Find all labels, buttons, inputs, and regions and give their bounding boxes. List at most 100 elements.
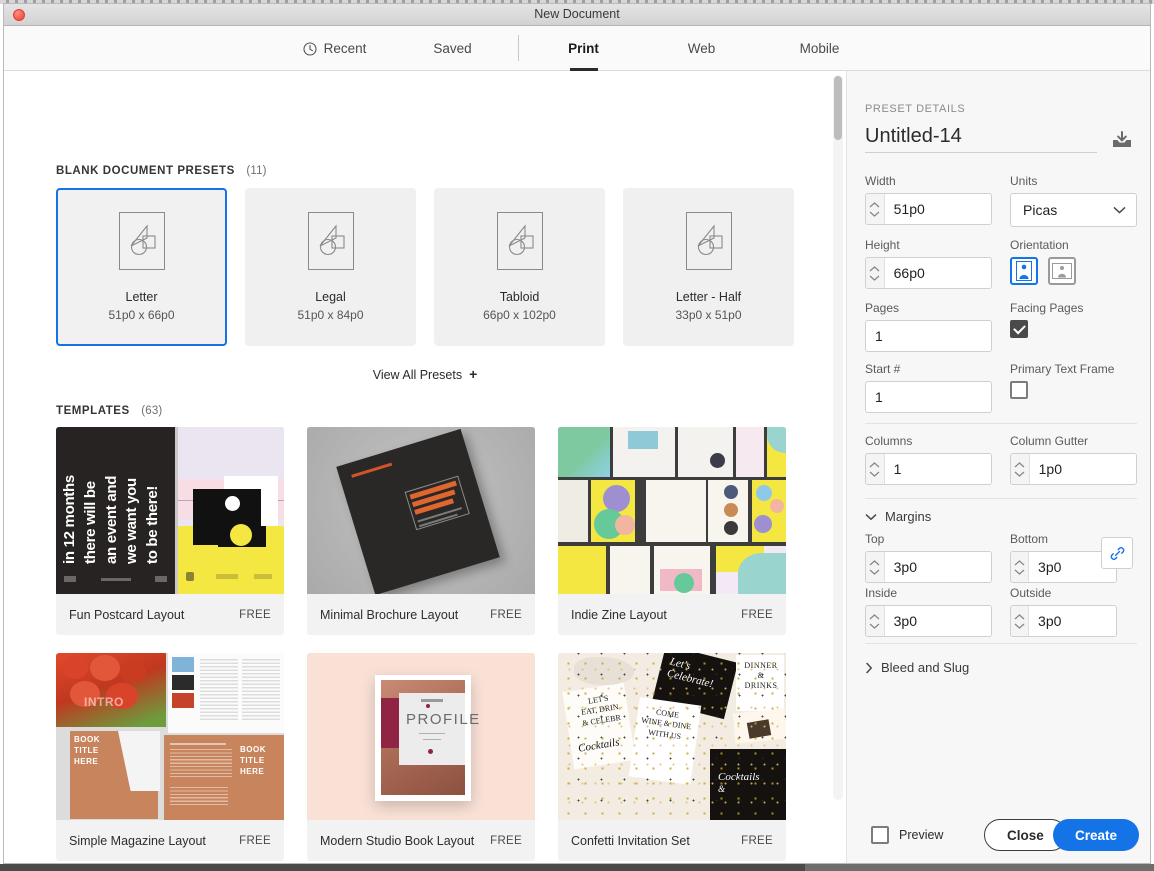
margin-inside-input[interactable] — [884, 606, 991, 636]
margin-outside-input[interactable] — [1029, 606, 1116, 636]
margin-outside-group: Outside — [1010, 586, 1117, 637]
document-page-icon — [685, 212, 732, 270]
tab-recent[interactable]: Recent — [276, 26, 394, 71]
chevron-up-icon — [1014, 613, 1025, 619]
start-number-label: Start # — [865, 362, 901, 376]
template-meta: Modern Studio Book Layout FREE — [307, 820, 535, 861]
start-primary-row: Start # Primary Text Frame — [865, 362, 1137, 413]
content-scrollbar-track[interactable] — [833, 75, 843, 800]
margin-inside-group: Inside — [865, 586, 992, 637]
tab-saved-label: Saved — [433, 40, 472, 56]
preset-card-letter-half[interactable]: Letter - Half 33p0 x 51p0 — [623, 188, 794, 346]
tab-saved[interactable]: Saved — [394, 26, 512, 71]
tab-web[interactable]: Web — [643, 26, 761, 71]
preset-dimensions: 33p0 x 51p0 — [675, 308, 742, 322]
preset-card-legal[interactable]: Legal 51p0 x 84p0 — [245, 188, 416, 346]
pages-input[interactable] — [865, 320, 992, 352]
height-stepper[interactable] — [865, 257, 992, 289]
height-label: Height — [865, 238, 900, 252]
margin-top-stepper[interactable] — [865, 551, 992, 583]
document-page-icon — [307, 212, 354, 270]
template-card-simple-magazine-layout[interactable]: INTRO BOOK TITLE HERE BOOK TITLE HERE Si… — [56, 653, 284, 861]
template-card-modern-studio-book-layout[interactable]: PROFILE Modern Studio Book Layout FREE — [307, 653, 535, 861]
tab-print[interactable]: Print — [525, 26, 643, 71]
preset-details-footer: Preview Close Create — [847, 806, 1150, 863]
template-name: Simple Magazine Layout — [69, 833, 206, 848]
template-card-confetti-invitation-set[interactable]: Let'sCelebrate! DINNER&DRINKS LET'SEAT, … — [558, 653, 786, 861]
units-select[interactable]: Picas — [1010, 193, 1137, 227]
stepper-arrows[interactable] — [1011, 552, 1030, 582]
columns-input[interactable] — [884, 454, 991, 484]
chevron-down-icon — [869, 211, 880, 217]
template-price-badge: FREE — [239, 608, 271, 621]
create-button[interactable]: Create — [1053, 819, 1140, 851]
view-all-presets-button[interactable]: View All Presets + — [4, 366, 846, 382]
stepper-arrows[interactable] — [866, 258, 885, 288]
chevron-up-icon — [869, 265, 880, 271]
margin-outside-label: Outside — [1010, 586, 1052, 600]
landscape-icon[interactable] — [1048, 257, 1076, 285]
columns-group: Columns — [865, 434, 992, 485]
content-scrollbar-thumb[interactable] — [834, 76, 842, 140]
chevron-down-icon — [869, 623, 880, 629]
facing-pages-label: Facing Pages — [1010, 301, 1084, 315]
preset-card-letter[interactable]: Letter 51p0 x 66p0 — [56, 188, 227, 346]
stepper-arrows[interactable] — [1011, 606, 1030, 636]
margin-inside-stepper[interactable] — [865, 605, 992, 637]
template-thumbnail: Let'sCelebrate! DINNER&DRINKS LET'SEAT, … — [558, 653, 786, 820]
column-gutter-stepper[interactable] — [1010, 453, 1137, 485]
width-field-group: Width — [865, 174, 992, 227]
template-card-indie-zine-layout[interactable]: Indie Zine Layout FREE — [558, 427, 786, 635]
templates-heading: TEMPLATES (63) — [56, 401, 162, 419]
templates-row-2: INTRO BOOK TITLE HERE BOOK TITLE HERE Si… — [56, 653, 786, 861]
link-icon[interactable] — [1101, 537, 1133, 569]
template-card-minimal-brochure-layout[interactable]: Minimal Brochure Layout FREE — [307, 427, 535, 635]
template-thumbnail — [307, 427, 535, 594]
margins-label: Margins — [885, 509, 932, 524]
facing-pages-checkbox[interactable] — [1010, 320, 1028, 338]
margin-outside-stepper[interactable] — [1010, 605, 1117, 637]
chevron-up-icon — [1014, 559, 1025, 565]
document-name-input[interactable] — [865, 123, 1097, 153]
chevron-down-icon — [869, 275, 880, 281]
stepper-arrows[interactable] — [866, 552, 885, 582]
new-document-window: New Document Recent Saved Print Web Mobi… — [3, 3, 1151, 864]
height-input[interactable] — [884, 258, 991, 288]
start-number-input[interactable] — [865, 381, 992, 413]
templates-grid: in 12 months there will be an event and … — [56, 427, 786, 863]
primary-text-frame-checkbox[interactable] — [1010, 381, 1028, 399]
tab-mobile-label: Mobile — [799, 40, 840, 56]
preview-checkbox[interactable] — [871, 826, 889, 844]
margins-top-bottom-row: Top Bottom — [865, 532, 1137, 583]
chevron-up-icon — [869, 559, 880, 565]
chevron-down-icon — [869, 569, 880, 575]
bleed-and-slug-disclosure[interactable]: Bleed and Slug — [865, 660, 969, 675]
pages-facing-row: Pages Facing Pages — [865, 301, 1137, 352]
blank-presets-heading: BLANK DOCUMENT PRESETS (11) — [56, 161, 267, 179]
stepper-arrows[interactable] — [866, 454, 885, 484]
preset-name: Legal — [315, 290, 346, 304]
column-gutter-group: Column Gutter — [1010, 434, 1137, 485]
margins-disclosure[interactable]: Margins — [865, 509, 931, 524]
primary-text-frame-group: Primary Text Frame — [1010, 362, 1137, 413]
margin-top-input[interactable] — [884, 552, 991, 582]
columns-label: Columns — [865, 434, 913, 448]
chevron-down-icon — [869, 471, 880, 477]
template-name: Minimal Brochure Layout — [320, 607, 459, 622]
stepper-arrows[interactable] — [866, 194, 885, 224]
portrait-icon[interactable] — [1010, 257, 1038, 285]
new-document-dialog-screen: New Document Recent Saved Print Web Mobi… — [0, 0, 1154, 871]
divider — [865, 423, 1137, 424]
stepper-arrows[interactable] — [1011, 454, 1030, 484]
template-price-badge: FREE — [490, 834, 522, 847]
tab-mobile[interactable]: Mobile — [761, 26, 879, 71]
columns-stepper[interactable] — [865, 453, 992, 485]
primary-text-frame-label: Primary Text Frame — [1010, 362, 1115, 376]
preset-card-tabloid[interactable]: Tabloid 66p0 x 102p0 — [434, 188, 605, 346]
width-input[interactable] — [884, 194, 991, 224]
template-card-fun-postcard-layout[interactable]: in 12 months there will be an event and … — [56, 427, 284, 635]
column-gutter-input[interactable] — [1029, 454, 1136, 484]
save-preset-icon[interactable] — [1109, 127, 1135, 153]
width-stepper[interactable] — [865, 193, 992, 225]
stepper-arrows[interactable] — [866, 606, 885, 636]
